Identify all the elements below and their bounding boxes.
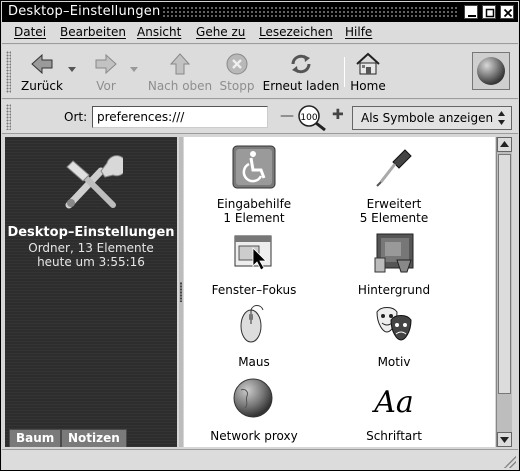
item-count: 1 Element	[223, 211, 285, 225]
zoom-in-button[interactable]: ✚	[332, 107, 344, 123]
up-label: Nach oben	[147, 79, 213, 93]
stop-icon	[226, 53, 248, 75]
toolbar: Zurück Vor Nach oben Stopp Erneut laden	[2, 45, 518, 99]
location-label: Ort:	[64, 110, 88, 124]
home-icon	[356, 52, 380, 75]
item-maus[interactable]: Maus	[184, 301, 324, 369]
scroll-thumb[interactable]	[498, 154, 511, 394]
reload-label: Erneut laden	[262, 79, 340, 93]
back-history-dropdown[interactable]	[68, 67, 76, 72]
minimize-button[interactable]	[464, 5, 478, 19]
scroll-down-button[interactable]	[497, 432, 512, 447]
location-bar-grip[interactable]	[6, 104, 11, 130]
network-globe-icon	[233, 378, 273, 418]
reload-button[interactable]: Erneut laden	[261, 51, 341, 93]
svg-text:Aa: Aa	[371, 385, 414, 420]
preferences-tools-icon	[65, 155, 123, 209]
item-hintergrund[interactable]: Hintergrund	[324, 229, 464, 297]
menu-bar: Datei Bearbeiten Ansicht Gehe zu Lesezei…	[2, 22, 518, 44]
item-name: Network proxy	[210, 429, 298, 443]
view-mode-select[interactable]: Als Symbole anzeigen	[352, 106, 512, 130]
item-schriftart[interactable]: Aa Schriftart	[324, 375, 464, 443]
location-input[interactable]	[92, 106, 268, 128]
scroll-up-button[interactable]	[497, 137, 512, 152]
activity-throbber	[472, 52, 510, 90]
window-title: Desktop–Einstellungen	[8, 4, 161, 19]
icon-view: Eingabehilfe 1 Element Erweitert 5 Eleme…	[184, 137, 495, 447]
back-button[interactable]: Zurück	[20, 51, 64, 93]
menu-bearbeiten[interactable]: Bearbeiten	[60, 25, 126, 39]
location-bar: Ort: — 100 ✚ Als Symbole anzeigen	[2, 100, 518, 134]
menu-lesezeichen[interactable]: Lesezeichen	[259, 25, 333, 39]
menu-hilfe[interactable]: Hilfe	[345, 25, 372, 39]
up-arrow-icon	[169, 53, 191, 75]
window-focus-icon	[234, 235, 272, 271]
forward-arrow-icon	[95, 53, 117, 75]
stop-button[interactable]: Stopp	[218, 51, 256, 93]
menu-gehe-zu[interactable]: Gehe zu	[196, 25, 245, 39]
close-icon	[503, 8, 513, 18]
select-arrows-icon	[498, 111, 505, 125]
minimize-icon	[468, 15, 476, 17]
forward-button[interactable]: Vor	[86, 51, 126, 93]
status-bar	[2, 449, 518, 470]
zoom-level-icon[interactable]: 100	[295, 103, 329, 131]
item-name: Hintergrund	[357, 283, 431, 297]
pane-splitter[interactable]	[179, 137, 183, 447]
item-name: Fenster–Fokus	[211, 283, 297, 297]
tab-baum[interactable]: Baum	[9, 429, 62, 447]
menu-datei[interactable]: Datei	[14, 25, 46, 39]
item-name: Schriftart	[366, 429, 422, 443]
accessibility-icon	[232, 145, 276, 189]
toolbar-grip[interactable]	[6, 51, 11, 93]
mouse-icon	[240, 305, 264, 343]
sidebar-title: Desktop–Einstellungen	[7, 225, 175, 240]
maximize-icon	[485, 8, 495, 18]
scroll-up-icon	[500, 141, 509, 147]
item-erweitert[interactable]: Erweitert 5 Elemente	[324, 143, 464, 225]
item-name: Maus	[238, 355, 270, 369]
file-manager-window: Desktop–Einstellungen Datei Bearbeiten A…	[0, 0, 520, 471]
item-name: Eingabehilfe	[216, 197, 292, 211]
tab-notizen[interactable]: Notizen	[61, 429, 127, 447]
sidebar-modified-time: heute um 3:55:16	[37, 255, 145, 269]
home-button[interactable]: Home	[348, 51, 388, 93]
theme-masks-icon	[376, 307, 412, 341]
item-network-proxy[interactable]: Network proxy	[184, 375, 324, 443]
item-eingabehilfe[interactable]: Eingabehilfe 1 Element	[184, 143, 324, 225]
splitter-handle[interactable]	[180, 282, 182, 302]
throbber-ball-icon	[477, 57, 505, 85]
background-icon	[374, 233, 414, 273]
title-bar-texture	[162, 6, 457, 18]
scroll-down-icon	[500, 437, 509, 443]
sidebar-panel: Desktop–Einstellungen Ordner, 13 Element…	[5, 137, 177, 447]
zoom-out-button[interactable]: —	[280, 108, 294, 124]
menu-ansicht[interactable]: Ansicht	[137, 25, 181, 39]
up-button[interactable]: Nach oben	[147, 51, 213, 93]
screwdriver-icon	[376, 149, 412, 187]
stop-label: Stopp	[219, 79, 255, 93]
item-name: Motiv	[377, 355, 411, 369]
toolbar-separator	[344, 57, 345, 87]
item-count: 5 Elemente	[359, 211, 429, 225]
back-label: Zurück	[21, 79, 63, 93]
item-fenster-fokus[interactable]: Fenster–Fokus	[184, 229, 324, 297]
zoom-level-text: 100	[300, 113, 317, 123]
sidebar-folder-info: Ordner, 13 Elemente	[28, 241, 154, 255]
item-name: Erweitert	[366, 197, 422, 211]
forward-label: Vor	[96, 79, 116, 93]
maximize-button[interactable]	[482, 5, 496, 19]
item-motiv[interactable]: Motiv	[324, 301, 464, 369]
home-label: Home	[350, 79, 386, 93]
forward-history-dropdown[interactable]	[130, 67, 138, 72]
back-arrow-icon	[31, 53, 53, 75]
resize-grip[interactable]	[504, 456, 516, 468]
vertical-scrollbar[interactable]	[496, 137, 512, 447]
view-mode-value: Als Symbole anzeigen	[361, 111, 494, 125]
title-bar[interactable]: Desktop–Einstellungen	[2, 2, 518, 22]
reload-icon	[291, 54, 311, 74]
font-icon: Aa	[371, 385, 414, 420]
close-button[interactable]	[500, 5, 514, 19]
